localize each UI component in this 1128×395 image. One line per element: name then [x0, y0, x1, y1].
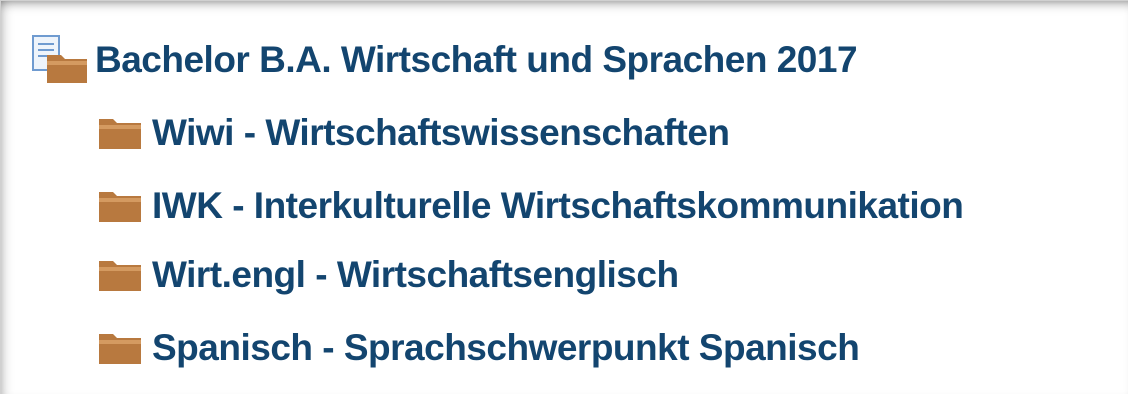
folder-icon — [97, 188, 143, 224]
course-tree: Bachelor B.A. Wirtschaft und Sprachen 20… — [1, 1, 1128, 395]
tree-panel: Bachelor B.A. Wirtschaft und Sprachen 20… — [0, 0, 1128, 394]
tree-node-wiwi[interactable]: Wiwi - Wirtschaftswissenschaften — [97, 105, 730, 161]
tree-node-iwk[interactable]: IWK - Interkulturelle Wirtschaftskommuni… — [97, 178, 964, 234]
folder-icon — [97, 257, 143, 293]
tree-node-root[interactable]: Bachelor B.A. Wirtschaft und Sprachen 20… — [31, 32, 858, 88]
folder-icon — [97, 330, 143, 366]
document-folder-icon — [31, 35, 89, 85]
tree-node-spanisch[interactable]: Spanisch - Sprachschwerpunkt Spanisch — [97, 320, 860, 376]
tree-node-label: Wiwi - Wirtschaftswissenschaften — [152, 112, 730, 153]
tree-node-label: Bachelor B.A. Wirtschaft und Sprachen 20… — [95, 39, 858, 80]
tree-node-wirt-engl[interactable]: Wirt.engl - Wirtschaftsenglisch — [97, 247, 679, 303]
tree-node-label: Spanisch - Sprachschwerpunkt Spanisch — [152, 327, 860, 368]
folder-icon — [97, 115, 143, 151]
tree-node-label: Wirt.engl - Wirtschaftsenglisch — [152, 254, 679, 295]
tree-node-label: IWK - Interkulturelle Wirtschaftskommuni… — [152, 185, 964, 226]
